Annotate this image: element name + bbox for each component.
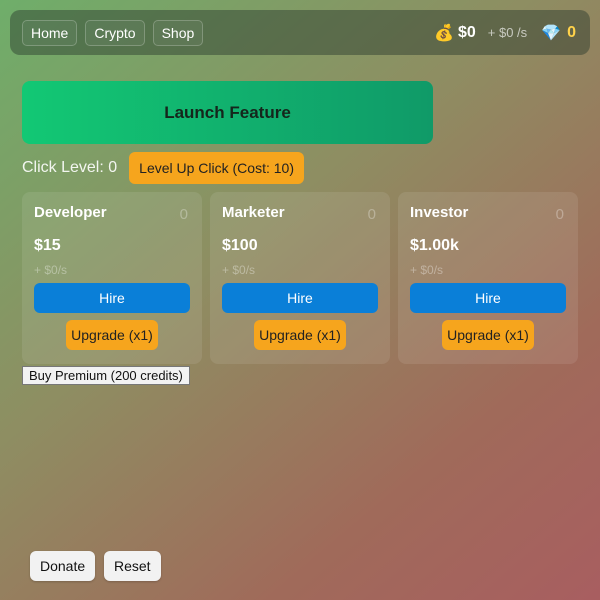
hire-marketer-button[interactable]: Hire (222, 283, 378, 313)
nav-crypto-button[interactable]: Crypto (85, 19, 145, 46)
worker-cost: $100 (222, 237, 258, 254)
worker-income: + $0/s (222, 263, 256, 277)
click-row: Click Level: 0 Level Up Click (Cost: 10) (22, 152, 304, 184)
reset-button[interactable]: Reset (104, 551, 161, 581)
worker-name: Marketer (222, 204, 285, 221)
worker-cost: $15 (34, 237, 61, 254)
worker-count: 0 (367, 206, 376, 223)
upgrade-investor-button[interactable]: Upgrade (x1) (442, 320, 534, 350)
buy-premium-button[interactable]: Buy Premium (200 credits) (22, 366, 190, 385)
top-bar: Home Crypto Shop 💰 $0 + $0 /s 💎 0 (10, 10, 590, 55)
worker-card-developer: Developer 0 $15 + $0/s Hire Upgrade (x1) (22, 192, 202, 364)
hire-developer-button[interactable]: Hire (34, 283, 190, 313)
worker-name: Investor (410, 204, 469, 221)
hire-investor-button[interactable]: Hire (410, 283, 566, 313)
level-up-click-button[interactable]: Level Up Click (Cost: 10) (129, 152, 304, 184)
worker-count: 0 (555, 206, 564, 223)
gem-icon: 💎 (541, 24, 562, 42)
income-rate: + $0 /s (487, 25, 528, 40)
worker-cards: Developer 0 $15 + $0/s Hire Upgrade (x1)… (22, 192, 586, 364)
worker-income: + $0/s (410, 263, 444, 277)
worker-name: Developer (34, 204, 107, 221)
gem-count: 0 (567, 23, 576, 41)
donate-button[interactable]: Donate (30, 551, 96, 581)
worker-card-marketer: Marketer 0 $100 + $0/s Hire Upgrade (x1) (210, 192, 390, 364)
stats-panel: 💰 $0 + $0 /s 💎 0 (434, 23, 578, 43)
upgrade-developer-button[interactable]: Upgrade (x1) (66, 320, 158, 350)
worker-cost: $1.00k (410, 237, 459, 254)
nav-shop-button[interactable]: Shop (152, 19, 204, 46)
click-level-label: Click Level: 0 (22, 159, 118, 176)
money-bag-icon: 💰 (434, 24, 454, 42)
worker-card-investor: Investor 0 $1.00k + $0/s Hire Upgrade (x… (398, 192, 578, 364)
money-value: $0 (457, 23, 476, 41)
launch-feature-button[interactable]: Launch Feature (22, 81, 433, 144)
worker-count: 0 (179, 206, 188, 223)
upgrade-marketer-button[interactable]: Upgrade (x1) (254, 320, 346, 350)
worker-income: + $0/s (34, 263, 68, 277)
nav-home-button[interactable]: Home (22, 19, 78, 46)
